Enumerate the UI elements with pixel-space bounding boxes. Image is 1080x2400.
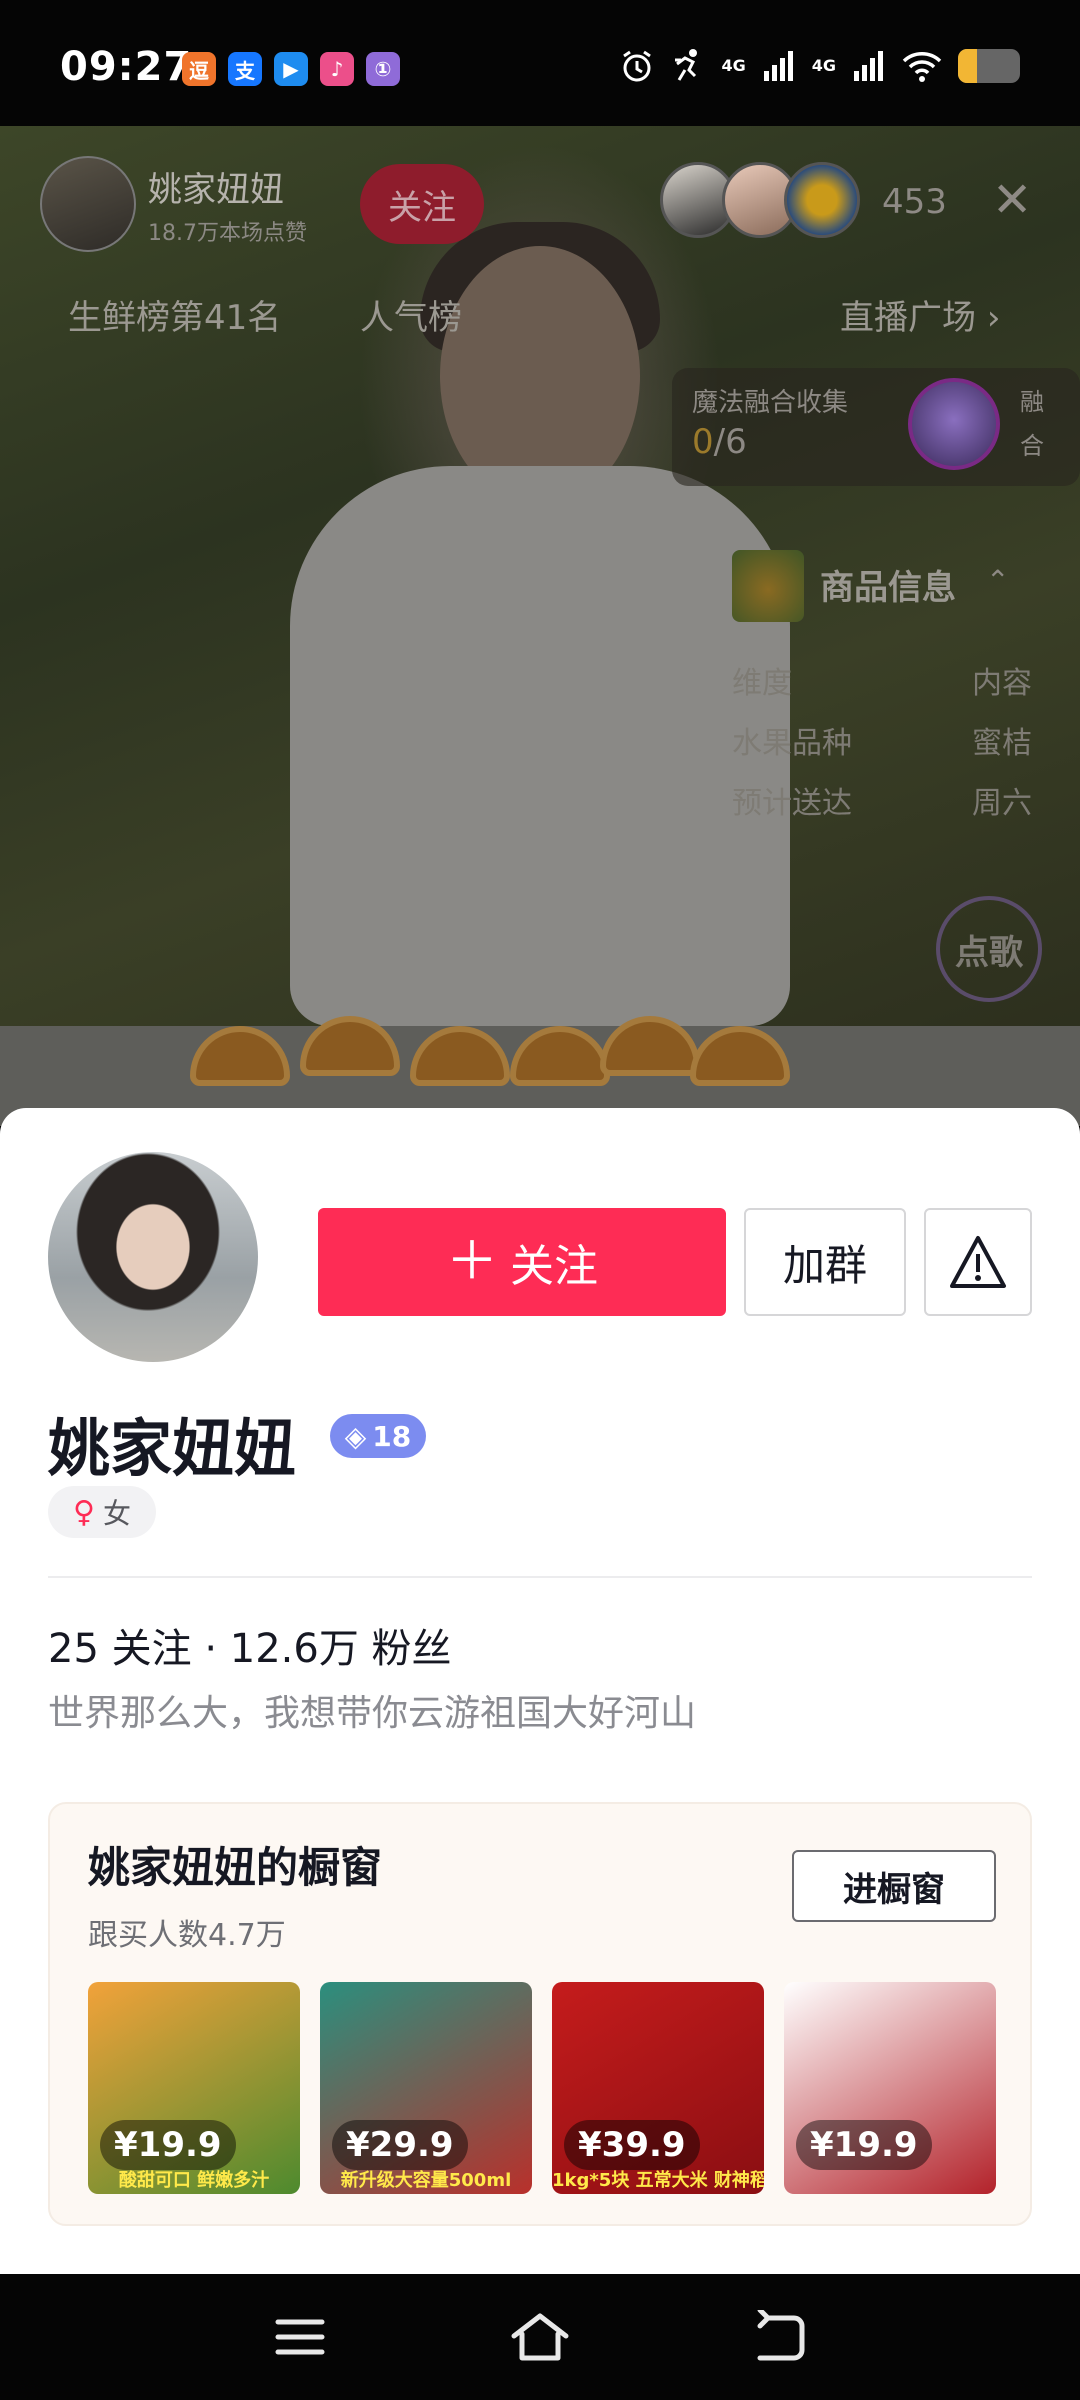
network-type-label: 4G	[721, 56, 746, 75]
goods-price: ¥29.9	[332, 2120, 468, 2170]
join-group-button[interactable]: 加群	[744, 1208, 906, 1316]
gender-label: 女	[102, 1497, 131, 1530]
divider	[48, 1576, 1032, 1578]
alarm-icon	[623, 50, 652, 82]
follow-button[interactable]: ＋ 关注	[318, 1208, 726, 1316]
music-app-icon: ♪	[320, 52, 354, 86]
spec-value: 周六	[972, 786, 1032, 821]
product-spec-row: 维度 内容	[732, 658, 1032, 702]
viewer-avatars[interactable]	[660, 162, 860, 238]
magic-title: 魔法融合收集	[692, 388, 849, 418]
status-bar: 09:27 逗支 ▶ ♪ ① 4G 4G	[0, 0, 1080, 126]
goods-price: ¥19.9	[100, 2120, 236, 2170]
network-type-label-2: 4G	[811, 56, 836, 75]
wifi-icon	[902, 52, 942, 82]
app-notification-icon: 逗	[182, 52, 216, 86]
notification-icons: 逗支 ▶ ♪ ①	[182, 52, 400, 86]
host-likes: 18.7万本场点赞	[148, 220, 307, 246]
magic-total: /6	[713, 422, 747, 462]
follow-stats[interactable]: 25 关注 · 12.6万 粉丝	[48, 1616, 452, 1674]
shop-window-subtitle: 跟买人数4.7万	[88, 1918, 286, 1953]
viewer-avatar[interactable]	[784, 162, 860, 238]
video-app-icon: ▶	[274, 52, 308, 86]
goods-caption: 酸甜可口 鲜嫩多汁	[118, 2170, 270, 2191]
shop-window-title: 姚家妞妞的橱窗	[88, 1843, 383, 1892]
chevron-up-icon[interactable]: ⌃	[986, 564, 1009, 597]
goods-caption: 新升级大容量500ml	[340, 2170, 512, 2191]
status-time: 09:27	[60, 44, 193, 90]
viewer-count[interactable]: 453	[882, 182, 947, 222]
profile-avatar[interactable]	[48, 1152, 258, 1362]
magic-side-label: 融合	[1020, 388, 1044, 460]
female-icon: ♀	[73, 1494, 95, 1530]
goods-item[interactable]: ¥19.9 酸甜可口 鲜嫩多汁	[88, 1982, 300, 2194]
level-value: 18	[372, 1419, 412, 1453]
gender-chip: ♀ 女	[48, 1486, 156, 1538]
navigation-bar	[0, 2274, 1080, 2400]
magic-collection-card[interactable]: 魔法融合收集 0/6 融合	[672, 368, 1080, 486]
product-thumbnail	[732, 550, 804, 622]
live-plaza-link[interactable]: 直播广场 ›	[840, 290, 1000, 339]
plus-icon: ＋	[445, 1232, 498, 1292]
host-info[interactable]: 姚家妞妞 18.7万本场点赞	[40, 156, 307, 252]
diamond-icon: ◈	[344, 1419, 367, 1453]
signal-icon-2	[854, 51, 883, 81]
product-info-card[interactable]: 商品信息 ⌃ 维度 内容 水果品种 蜜桔 预计送达 周六	[716, 546, 1046, 846]
profile-bio: 世界那么大，我想带你云游祖国大好河山	[48, 1693, 697, 1734]
level-badge: ◈ 18	[330, 1414, 426, 1458]
menu-icon[interactable]	[270, 2310, 330, 2364]
live-follow-button[interactable]: 关注	[360, 164, 484, 244]
video-host-shirt	[290, 466, 790, 1026]
back-icon[interactable]	[750, 2310, 810, 2364]
profile-name: 姚家妞妞	[48, 1412, 297, 1485]
battery-icon	[958, 49, 1020, 83]
magic-rabbit-icon	[908, 378, 1000, 470]
host-name: 姚家妞妞	[148, 169, 284, 210]
rank-label[interactable]: 生鲜榜第41名	[68, 290, 281, 339]
goods-list: ¥19.9 酸甜可口 鲜嫩多汁 ¥29.9 新升级大容量500ml ¥39.9 …	[88, 1982, 996, 2194]
goods-price: ¥39.9	[564, 2120, 700, 2170]
live-video[interactable]: 姚家妞妞 18.7万本场点赞 关注 453 ✕ 生鲜榜第41名 人气榜 直播广场…	[0, 126, 1080, 1126]
spec-value: 蜜桔	[972, 726, 1032, 761]
report-button[interactable]	[924, 1208, 1032, 1316]
warning-icon	[950, 1236, 1006, 1288]
spec-key: 维度	[732, 666, 792, 701]
enter-window-button[interactable]: 进橱窗	[792, 1850, 996, 1922]
close-icon[interactable]: ✕	[992, 176, 1032, 224]
profile-sheet: ＋ 关注 加群 姚家妞妞 ◈ 18 ♀ 女 25 关注 · 12.6万 粉丝 世…	[0, 1108, 1080, 2274]
spec-value: 内容	[972, 666, 1032, 701]
magic-progress: 0/6	[692, 422, 747, 462]
shop-window-card[interactable]: 姚家妞妞的橱窗 跟买人数4.7万 进橱窗 ¥19.9 酸甜可口 鲜嫩多汁 ¥29…	[48, 1802, 1032, 2226]
magic-current: 0	[692, 422, 714, 462]
running-icon	[675, 49, 698, 81]
spec-key: 水果品种	[732, 726, 852, 761]
goods-price: ¥19.9	[796, 2120, 932, 2170]
system-icons: 4G 4G	[619, 48, 1020, 84]
product-info-title: 商品信息	[820, 568, 956, 608]
spec-key: 预计送达	[732, 786, 852, 821]
follow-button-label: 关注	[510, 1241, 598, 1292]
live-plaza-label: 直播广场	[840, 298, 976, 338]
song-request-button[interactable]: 点歌	[936, 896, 1042, 1002]
product-spec-row: 预计送达 周六	[732, 778, 1032, 822]
alipay-icon: 支	[228, 52, 262, 86]
host-avatar[interactable]	[40, 156, 136, 252]
chevron-right-icon: ›	[986, 298, 1001, 338]
goods-item[interactable]: ¥29.9 新升级大容量500ml	[320, 1982, 532, 2194]
goods-caption	[784, 2168, 996, 2194]
goods-caption: 1kg*5块 五常大米 财神稻	[552, 2170, 764, 2191]
signal-icon	[763, 51, 793, 81]
app-icon: ①	[366, 52, 400, 86]
goods-item[interactable]: ¥39.9 1kg*5块 五常大米 财神稻	[552, 1982, 764, 2194]
home-icon[interactable]	[510, 2310, 570, 2364]
popularity-label[interactable]: 人气榜	[360, 290, 462, 339]
product-spec-row: 水果品种 蜜桔	[732, 718, 1032, 762]
goods-item[interactable]: ¥19.9	[784, 1982, 996, 2194]
